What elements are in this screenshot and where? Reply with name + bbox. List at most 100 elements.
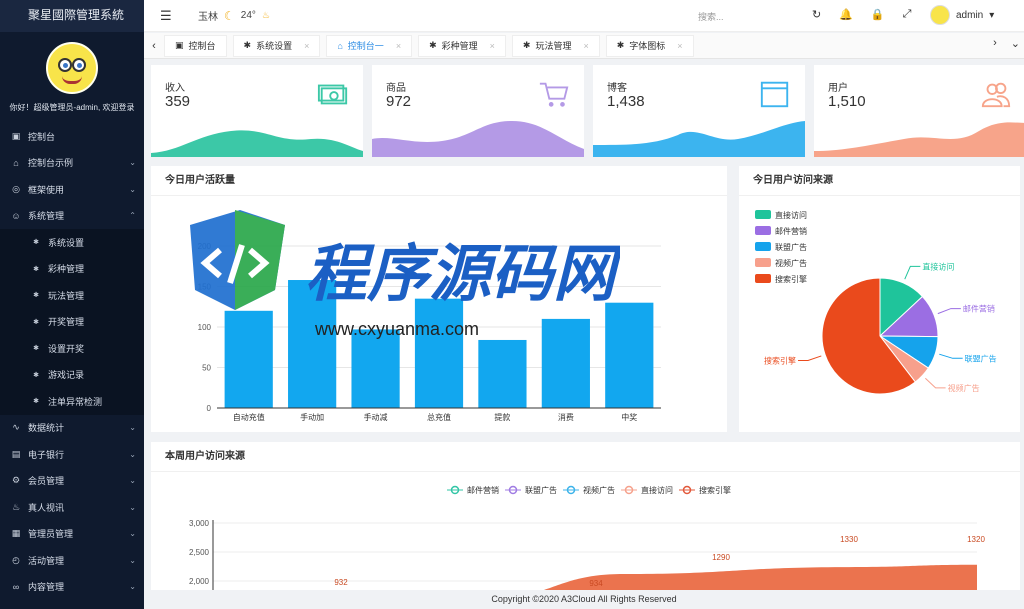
close-icon[interactable]: × bbox=[304, 41, 309, 51]
close-icon[interactable]: × bbox=[396, 41, 401, 51]
sidebar-item[interactable]: ∞ 内容管理 ⌄ bbox=[0, 574, 144, 601]
y-tick-label: 100 bbox=[198, 323, 212, 332]
sidebar-menu: ▣ 控制台 ⌂ 控制台示例 ⌄ ◎ 框架使用 ⌄ ☺ 系统管理 ⌃ ✱ 系统设置 ✱ … bbox=[0, 123, 144, 600]
legend-label: 邮件营销 bbox=[775, 226, 807, 236]
user-menu[interactable]: admin ▾ bbox=[930, 5, 994, 25]
tab[interactable]: ✱ 玩法管理 × bbox=[511, 34, 600, 57]
y-tick-label: 150 bbox=[198, 283, 212, 292]
bar[interactable] bbox=[414, 298, 464, 408]
tab[interactable]: ✱ 字体图标 × bbox=[605, 34, 694, 57]
close-icon[interactable]: × bbox=[490, 41, 495, 51]
legend-swatch[interactable] bbox=[755, 210, 771, 219]
lock-icon[interactable]: 🔒 bbox=[871, 8, 885, 21]
tab[interactable]: ⌂ 控制台一 × bbox=[326, 34, 413, 57]
tab-controls: › ⌄ bbox=[993, 37, 1020, 50]
activity-bar-chart: 0 50 100 150 200 自动充值 手动加 手动减 总充值 提款 消费 中奖 bbox=[198, 242, 661, 422]
tab-label: 控制台 bbox=[188, 41, 216, 51]
user-avatar bbox=[930, 5, 950, 25]
legend-label: 搜索引擎 bbox=[775, 274, 807, 284]
profile: 你好！超级管理员-admin, 欢迎登录 bbox=[0, 32, 144, 113]
stat-wave bbox=[151, 130, 363, 157]
chevron-right-icon[interactable]: › bbox=[993, 37, 997, 50]
sidebar-item-label: 管理员管理 bbox=[28, 529, 74, 540]
sidebar-item-label: 活动管理 bbox=[28, 555, 65, 566]
sidebar-item[interactable]: ▦ 管理员管理 ⌄ bbox=[0, 521, 144, 548]
sidebar-item[interactable]: ⌂ 控制台示例 ⌄ bbox=[0, 150, 144, 177]
sidebar-item[interactable]: ✱ 系统设置 bbox=[0, 229, 144, 256]
sidebar-item[interactable]: ◴ 活动管理 ⌄ bbox=[0, 547, 144, 574]
sidebar-item[interactable]: ▣ 控制台 bbox=[0, 123, 144, 150]
bar[interactable] bbox=[224, 310, 273, 408]
bar[interactable] bbox=[541, 318, 590, 408]
weekly-title: 本周用户访问来源 bbox=[151, 442, 1020, 472]
tab-bar: ‹ ▣ 控制台 ✱ 系统设置 × ⌂ 控制台一 × ✱ 彩种管理 × ✱ 玩法管理 ×… bbox=[144, 33, 1024, 59]
legend-swatch[interactable] bbox=[755, 226, 771, 235]
data-label: 1330 bbox=[840, 535, 858, 544]
data-label: 1290 bbox=[712, 553, 730, 562]
font-icon: ✱ bbox=[616, 40, 625, 50]
sidebar-item[interactable]: ◎ 框架使用 ⌄ bbox=[0, 176, 144, 203]
chevron-icon: ⌄ bbox=[129, 555, 136, 565]
tab[interactable]: ✱ 彩种管理 × bbox=[418, 34, 506, 57]
user-name: admin bbox=[956, 9, 984, 21]
chevron-down-icon: ▾ bbox=[989, 9, 995, 21]
dashboard-icon: ▣ bbox=[175, 40, 184, 50]
bell-icon[interactable]: 🔔 bbox=[839, 8, 853, 21]
weather-temp: 24° bbox=[240, 10, 256, 21]
legend-swatch[interactable] bbox=[755, 242, 771, 251]
chevron-left-icon[interactable]: ‹ bbox=[144, 40, 164, 52]
avatar[interactable] bbox=[46, 42, 98, 94]
home-icon: ⌂ bbox=[13, 157, 19, 168]
sidebar-item[interactable]: ☺ 系统管理 ⌃ bbox=[0, 203, 144, 230]
legend-swatch[interactable] bbox=[755, 258, 771, 267]
content-icon: ∞ bbox=[12, 581, 20, 592]
tab-list: ▣ 控制台 ✱ 系统设置 × ⌂ 控制台一 × ✱ 彩种管理 × ✱ 玩法管理 × ✱ … bbox=[164, 34, 700, 57]
pie-label: 邮件营销 bbox=[963, 304, 995, 314]
gear-icon: ✱ bbox=[33, 265, 39, 273]
sidebar-item-label: 电子银行 bbox=[28, 449, 65, 460]
gear-icon: ✱ bbox=[522, 40, 531, 50]
sidebar-item[interactable]: ✱ 游戏记录 bbox=[0, 361, 144, 388]
tab[interactable]: ✱ 系统设置 × bbox=[232, 34, 321, 57]
tab[interactable]: ▣ 控制台 bbox=[164, 34, 227, 57]
dashboard-icon: ▣ bbox=[11, 130, 21, 141]
sidebar-item[interactable]: ∿ 数据统计 ⌄ bbox=[0, 415, 144, 442]
pie-label-line bbox=[937, 308, 961, 315]
close-icon[interactable]: × bbox=[583, 41, 588, 51]
bar[interactable] bbox=[478, 339, 527, 408]
tab-label: 系统设置 bbox=[256, 41, 293, 51]
sidebar-item[interactable]: ♨ 真人视讯 ⌄ bbox=[0, 494, 144, 521]
legend-swatch[interactable] bbox=[755, 274, 771, 283]
close-icon[interactable]: × bbox=[677, 41, 682, 51]
pie-label-line bbox=[798, 355, 822, 361]
menu-toggle-icon[interactable]: ☰ bbox=[160, 8, 174, 24]
search-input[interactable]: 搜索... bbox=[698, 10, 724, 23]
sidebar-item[interactable]: ✱ 设置开奖 bbox=[0, 335, 144, 362]
bank-icon: ▤ bbox=[11, 448, 21, 459]
x-tick-label: 自动充值 bbox=[233, 412, 265, 422]
chevron-down-icon[interactable]: ⌄ bbox=[1011, 37, 1020, 50]
weather-info-icon: ♨ bbox=[261, 10, 270, 20]
stat-card: 收入 359 bbox=[151, 65, 363, 157]
legend-label: 视频广告 bbox=[775, 258, 807, 268]
bar[interactable] bbox=[605, 302, 654, 408]
bar[interactable] bbox=[351, 329, 400, 408]
legend-label: 邮件营销 bbox=[467, 485, 499, 495]
stat-card: 商品 972 bbox=[372, 65, 584, 157]
refresh-icon[interactable]: ↻ bbox=[812, 8, 821, 21]
sidebar-item[interactable]: ⚙ 会员管理 ⌄ bbox=[0, 468, 144, 495]
home-icon: ⌂ bbox=[337, 40, 343, 51]
sidebar-item-label: 控制台示例 bbox=[28, 158, 74, 169]
sidebar-item[interactable]: ✱ 注单异常检测 bbox=[0, 388, 144, 415]
data-label: 934 bbox=[589, 579, 603, 588]
sidebar-item[interactable]: ▤ 电子银行 ⌄ bbox=[0, 441, 144, 468]
chevron-icon: ⌃ bbox=[129, 211, 136, 221]
sidebar-item[interactable]: ✱ 开奖管理 bbox=[0, 308, 144, 335]
bar[interactable] bbox=[288, 280, 337, 408]
sidebar-item[interactable]: ✱ 彩种管理 bbox=[0, 255, 144, 282]
pie-label: 直接访问 bbox=[922, 261, 954, 271]
sidebar-item[interactable]: ✱ 玩法管理 bbox=[0, 282, 144, 309]
tab-label: 字体图标 bbox=[629, 41, 666, 51]
fullscreen-icon[interactable]: ⤢ bbox=[903, 8, 912, 21]
y-tick-label: 0 bbox=[207, 404, 212, 413]
